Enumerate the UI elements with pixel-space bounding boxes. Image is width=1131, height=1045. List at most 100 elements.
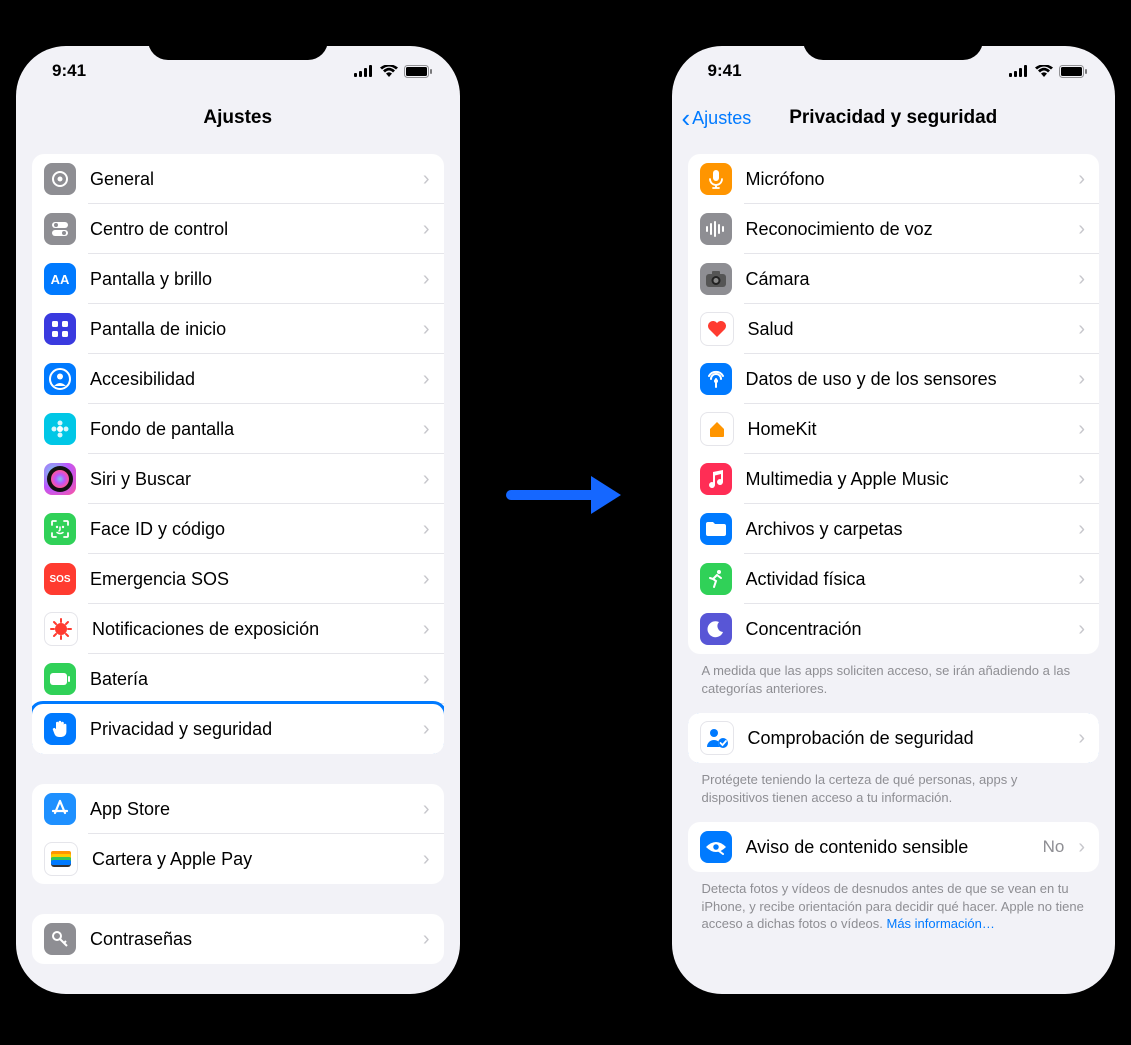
row-media[interactable]: Multimedia y Apple Music › [688,454,1100,504]
chevron-right-icon: › [423,218,430,241]
content-area[interactable]: Micrófono›Reconocimiento de voz›Cámara›S… [672,140,1116,994]
row-value: No [1043,837,1065,857]
row-control[interactable]: Centro de control› [32,204,444,254]
footer-text-3: Detecta fotos y vídeos de desnudos antes… [688,872,1100,933]
row-label: Pantalla y brillo [90,269,409,290]
chevron-right-icon: › [423,928,430,951]
row-label: Cartera y Apple Pay [92,849,409,870]
chevron-right-icon: › [423,848,430,871]
row-siri[interactable]: Siri y Buscar› [32,454,444,504]
row-label: Batería [90,669,409,690]
chevron-right-icon: › [1078,727,1085,750]
homekit-icon [700,412,734,446]
media-icon [700,463,732,495]
status-indicators [354,65,432,78]
row-general[interactable]: General› [32,154,444,204]
row-wallet[interactable]: Cartera y Apple Pay › [32,834,444,884]
row-homekit[interactable]: HomeKit › [688,404,1100,454]
row-safetycheck[interactable]: Comprobación de seguridad › [688,713,1100,763]
wallpaper-icon [44,413,76,445]
row-mic[interactable]: Micrófono› [688,154,1100,204]
status-indicators [1009,65,1087,78]
row-label: Concentración [746,619,1065,640]
row-label: Comprobación de seguridad [748,728,1065,749]
row-label: General [90,169,409,190]
sensitive-icon [700,831,732,863]
focus-icon [700,613,732,645]
row-label: HomeKit [748,419,1065,440]
chevron-right-icon: › [423,568,430,591]
wifi-icon [1035,65,1053,77]
row-sensitive[interactable]: Aviso de contenido sensibleNo› [688,822,1100,872]
more-info-link[interactable]: Más información… [887,916,995,931]
row-exposure[interactable]: Notificaciones de exposición› [32,604,444,654]
faceid-icon [44,513,76,545]
row-focus[interactable]: Concentración› [688,604,1100,654]
row-speech[interactable]: Reconocimiento de voz › [688,204,1100,254]
chevron-right-icon: › [1078,518,1085,541]
content-area[interactable]: General›Centro de control›AAPantalla y b… [16,140,460,994]
chevron-right-icon: › [423,798,430,821]
chevron-right-icon: › [1078,218,1085,241]
files-icon [700,513,732,545]
chevron-right-icon: › [1078,836,1085,859]
back-label: Ajustes [692,108,751,129]
row-fitness[interactable]: Actividad física› [688,554,1100,604]
wallet-icon [44,842,78,876]
chevron-right-icon: › [1078,418,1085,441]
screen-privacy: 9:41 ‹ Ajustes Privacidad y seguridad Mi… [672,46,1116,994]
home-icon [44,313,76,345]
row-label: Multimedia y Apple Music [746,469,1065,490]
back-button[interactable]: ‹ Ajustes [682,105,752,131]
row-sensors[interactable]: Datos de uso y de los sensores› [688,354,1100,404]
control-icon [44,213,76,245]
exposure-icon [44,612,78,646]
row-wallpaper[interactable]: Fondo de pantalla › [32,404,444,454]
speech-icon [700,213,732,245]
row-label: Salud [748,319,1065,340]
fitness-icon [700,563,732,595]
privacy-icon [44,713,76,745]
safetycheck-icon [700,721,734,755]
row-home[interactable]: Pantalla de inicio› [32,304,444,354]
sos-icon: SOS [44,563,76,595]
chevron-right-icon: › [1078,318,1085,341]
row-label: Actividad física [746,569,1065,590]
row-label: App Store [90,799,409,820]
chevron-right-icon: › [423,268,430,291]
row-label: Reconocimiento de voz [746,219,1065,240]
chevron-right-icon: › [1078,468,1085,491]
row-label: Privacidad y seguridad [90,719,409,740]
row-label: Siri y Buscar [90,469,409,490]
flow-arrow [506,30,626,520]
row-appstore[interactable]: App Store › [32,784,444,834]
accessibility-icon [44,363,76,395]
status-time: 9:41 [708,61,742,81]
nav-header: ‹ Ajustes Privacidad y seguridad [672,96,1116,140]
siri-icon [44,463,76,495]
row-passwords[interactable]: Contraseñas› [32,914,444,964]
battery-icon [44,663,76,695]
wifi-icon [380,65,398,77]
row-display[interactable]: AAPantalla y brillo› [32,254,444,304]
chevron-right-icon: › [423,668,430,691]
battery-icon [1059,65,1087,78]
status-time: 9:41 [52,61,86,81]
row-battery[interactable]: Batería › [32,654,444,704]
row-camera[interactable]: Cámara› [688,254,1100,304]
passwords-icon [44,923,76,955]
nav-header: Ajustes [16,96,460,140]
chevron-right-icon: › [423,318,430,341]
chevron-left-icon: ‹ [682,105,691,131]
row-label: Fondo de pantalla [90,419,409,440]
row-privacy[interactable]: Privacidad y seguridad › [32,701,444,754]
row-faceid[interactable]: Face ID y código› [32,504,444,554]
chevron-right-icon: › [423,418,430,441]
row-accessibility[interactable]: Accesibilidad› [32,354,444,404]
row-health[interactable]: Salud › [688,304,1100,354]
row-files[interactable]: Archivos y carpetas› [688,504,1100,554]
privacy-group-1: Micrófono›Reconocimiento de voz›Cámara›S… [688,154,1100,654]
chevron-right-icon: › [423,718,430,741]
chevron-right-icon: › [423,518,430,541]
row-sos[interactable]: SOSEmergencia SOS› [32,554,444,604]
